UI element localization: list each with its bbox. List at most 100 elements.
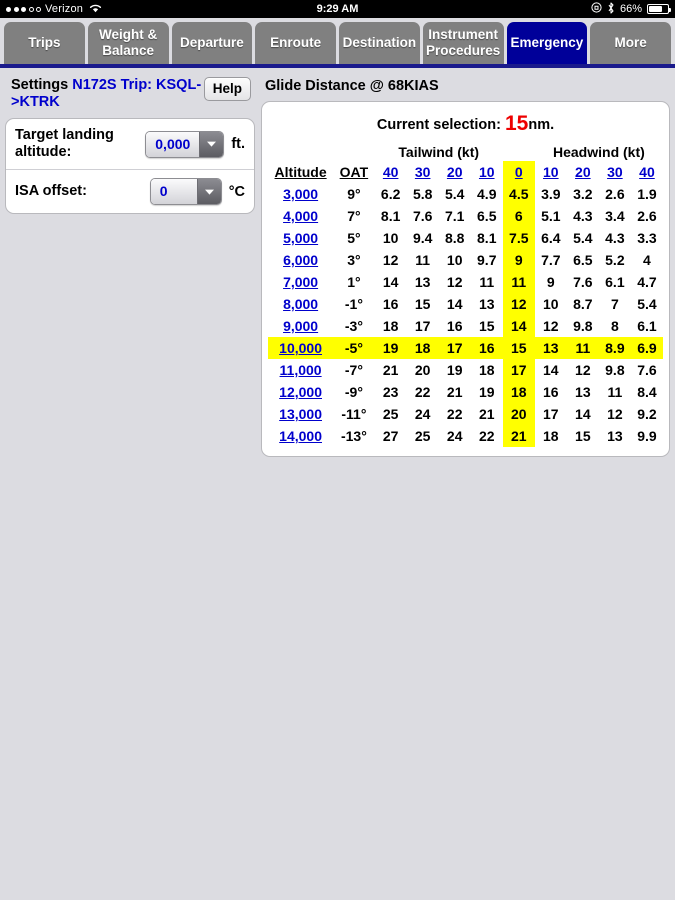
glide-distance-title: Glide Distance @ 68KIAS <box>265 78 439 94</box>
tab-weight-and-balance[interactable]: Weight & Balance <box>87 22 169 64</box>
glide-distance-cell: 11 <box>479 274 495 290</box>
glide-distance-cell: 4.7 <box>637 274 657 290</box>
tab-departure[interactable]: Departure <box>171 22 253 64</box>
tab-trips[interactable]: Trips <box>4 22 85 64</box>
glide-distance-cell: 6 <box>502 205 535 227</box>
glide-distance-cell: 6.1 <box>637 318 657 334</box>
altitude-cell[interactable]: 5,000 <box>268 227 333 249</box>
altitude-link[interactable]: 8,000 <box>283 296 318 312</box>
glide-distance-cell: 16 <box>470 337 503 359</box>
tab-instrument-procedures[interactable]: Instrument Procedures <box>422 22 504 64</box>
altitude-link[interactable]: 9,000 <box>283 318 318 334</box>
glide-distance-cell: 23 <box>382 384 399 400</box>
oat-cell: 5° <box>347 230 361 246</box>
altitude-link[interactable]: 14,000 <box>279 428 322 444</box>
column-header-tailwind-30[interactable]: 30 <box>407 161 439 183</box>
column-header-headwind-40[interactable]: 40 <box>631 161 663 183</box>
altitude-cell[interactable]: 9,000 <box>268 315 333 337</box>
altitude-cell[interactable]: 10,000 <box>268 337 334 359</box>
column-header-tailwind-10[interactable]: 10 <box>471 161 503 183</box>
altitude-link[interactable]: 4,000 <box>283 208 318 224</box>
tab-destination[interactable]: Destination <box>339 22 420 64</box>
altitude-link[interactable]: 13,000 <box>279 406 322 422</box>
altitude-cell[interactable]: 7,000 <box>268 271 333 293</box>
glide-distance-cell: 17 <box>414 318 431 334</box>
altitude-cell[interactable]: 8,000 <box>268 293 333 315</box>
tab-emergency[interactable]: Emergency <box>506 22 588 64</box>
glide-distance-cell: 6.5 <box>477 208 497 224</box>
altitude-link[interactable]: 10,000 <box>279 340 322 356</box>
glide-distance-cell: 21 <box>502 425 535 447</box>
glide-distance-cell: 3.2 <box>573 186 593 202</box>
current-selection-unit: nm. <box>528 117 555 133</box>
glide-distance-cell: 12 <box>575 362 591 378</box>
glide-distance-cell: 8 <box>610 318 619 334</box>
glide-distance-cell: 6.5 <box>573 252 593 268</box>
altitude-link[interactable]: 12,000 <box>279 384 322 400</box>
altitude-cell[interactable]: 3,000 <box>268 183 333 205</box>
isa-offset-select[interactable]: 0 <box>149 178 222 205</box>
main-tab-bar[interactable]: Trips Weight & Balance Departure Enroute… <box>0 18 675 64</box>
glide-distance-cell: 11 <box>415 252 431 268</box>
help-button[interactable]: Help <box>203 77 251 101</box>
glide-distance-cell: 5.4 <box>573 230 593 246</box>
target-landing-altitude-label: Target landing altitude: <box>15 127 114 160</box>
tab-more[interactable]: More <box>590 22 671 64</box>
column-header-headwind-20[interactable]: 20 <box>567 161 599 183</box>
column-header-zero-0[interactable]: 0 <box>502 161 535 183</box>
battery-icon <box>647 4 671 14</box>
glide-distance-cell: 15 <box>502 337 535 359</box>
column-header-tailwind-20[interactable]: 20 <box>439 161 471 183</box>
altitude-link[interactable]: 5,000 <box>283 230 318 246</box>
altitude-cell[interactable]: 4,000 <box>268 205 333 227</box>
glide-distance-table: Tailwind (kt) Headwind (kt) Altitude OAT 40… <box>268 141 663 447</box>
glide-distance-cell: 5.8 <box>412 186 433 202</box>
glide-distance-cell: 15 <box>575 428 591 444</box>
altitude-cell[interactable]: 12,000 <box>268 381 333 403</box>
altitude-cell[interactable]: 14,000 <box>268 425 333 447</box>
glide-distance-cell: 12 <box>446 274 463 290</box>
altitude-cell[interactable]: 6,000 <box>268 249 333 271</box>
altitude-cell[interactable]: 11,000 <box>268 359 333 381</box>
signal-strength-icon <box>6 6 41 12</box>
glide-distance-cell: 13 <box>478 296 495 312</box>
glide-distance-cell: 1.9 <box>637 186 657 202</box>
column-header-headwind-10[interactable]: 10 <box>535 161 567 183</box>
isa-offset-value: 0 <box>150 179 197 204</box>
current-selection: Current selection: 15nm. <box>268 109 663 141</box>
glide-distance-cell: 22 <box>414 384 431 400</box>
altitude-link[interactable]: 11,000 <box>280 362 322 378</box>
settings-heading-label: Settings <box>11 77 69 93</box>
glide-distance-cell: 17 <box>543 406 559 422</box>
tab-enroute[interactable]: Enroute <box>255 22 336 64</box>
glide-distance-cell: 3.9 <box>541 186 561 202</box>
status-bar: Verizon 9:29 AM 66% <box>0 0 675 18</box>
target-landing-altitude-value: 0,000 <box>146 131 200 157</box>
table-row: 10,000 -5° 19 18 17 16 15 13 11 8.9 6.9 <box>268 337 663 359</box>
column-header-tailwind-40[interactable]: 40 <box>375 161 407 183</box>
glide-distance-cell: 25 <box>382 406 399 422</box>
glide-distance-cell: 9.2 <box>637 406 657 422</box>
glide-distance-panel: Current selection: 15nm. Tailwind (kt) H… <box>261 101 670 457</box>
column-header-headwind-30[interactable]: 30 <box>599 161 631 183</box>
glide-distance-cell: 24 <box>414 406 431 422</box>
oat-cell: -9° <box>344 384 363 400</box>
target-landing-altitude-select[interactable]: 0,000 <box>145 130 225 158</box>
glide-distance-cell: 2.6 <box>637 208 657 224</box>
settings-column: Settings N172S Trip: KSQL->KTRK Help Tar… <box>5 76 255 214</box>
glide-distance-cell: 9.7 <box>477 252 497 268</box>
altitude-link[interactable]: 3,000 <box>283 186 318 202</box>
glide-distance-cell: 7.6 <box>637 362 657 378</box>
glide-distance-cell: 19 <box>446 362 463 378</box>
glide-distance-cell: 9 <box>502 249 535 271</box>
setting-row-target-landing-altitude: Target landing altitude: 0,000 ft. <box>6 119 254 169</box>
glide-distance-cell: 19 <box>374 337 407 359</box>
glide-distance-cell: 7.1 <box>444 208 465 224</box>
altitude-link[interactable]: 6,000 <box>283 252 318 268</box>
altitude-cell[interactable]: 13,000 <box>268 403 333 425</box>
altitude-link[interactable]: 7,000 <box>283 274 318 290</box>
glide-distance-cell: 5.1 <box>541 208 561 224</box>
glide-distance-cell: 8.7 <box>573 296 593 312</box>
glide-distance-cell: 2.6 <box>605 186 625 202</box>
glide-distance-cell: 3.3 <box>637 230 657 246</box>
